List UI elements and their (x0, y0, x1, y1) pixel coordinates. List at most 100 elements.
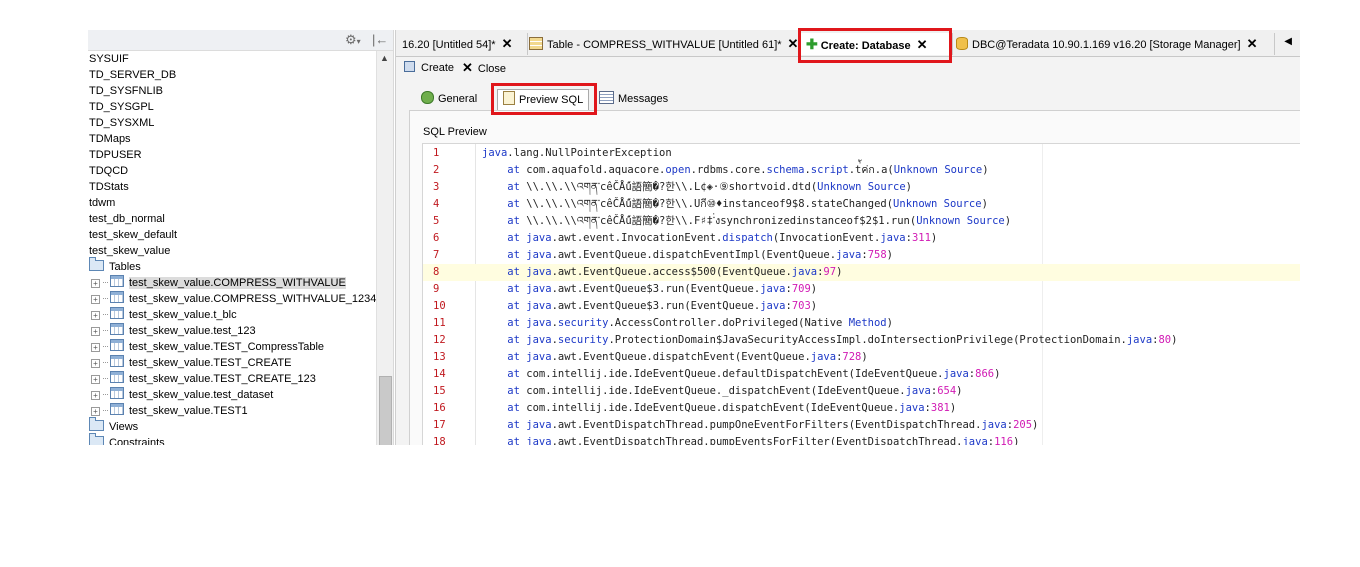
tab-storage-manager[interactable]: DBC@Teradata 10.90.1.169 v16.20 [Storage… (950, 33, 1275, 55)
sql-preview-panel: SQL Preview 1 java.lang.NullPointerExcept… (409, 110, 1300, 445)
tree-item-database[interactable]: TD_SYSXML (89, 115, 154, 131)
expand-icon[interactable]: + (91, 327, 100, 336)
tree-item-label: TD_SYSXML (89, 117, 155, 129)
folder-icon (89, 433, 104, 445)
tab-scroll-left-icon[interactable]: ◀ (1284, 36, 1292, 47)
tree-item-label: test_db_normal (89, 213, 165, 225)
create-button[interactable]: Create (404, 60, 454, 76)
expand-icon[interactable]: + (91, 359, 100, 368)
close-icon[interactable]: ✕ (502, 36, 513, 51)
code-line: 15 at com.intellij.ide.IdeEventQueue._di… (423, 383, 1300, 400)
tree-scrollbar[interactable]: ▲ (376, 51, 393, 445)
tree-item-database[interactable]: SYSUIF (89, 51, 129, 67)
code-line: 17 at java.awt.EventDispatchThread.pumpO… (423, 417, 1300, 434)
expand-icon[interactable]: + (91, 311, 100, 320)
tab-general[interactable]: General (416, 89, 482, 109)
sql-code-editor[interactable]: 1 java.lang.NullPointerException 2 at com.… (422, 143, 1300, 445)
line-number: 18 (433, 436, 446, 445)
tree-item-database[interactable]: TDMaps (89, 131, 131, 147)
tree-connector (103, 314, 108, 315)
tree-item-database[interactable]: test_skew_default (89, 227, 177, 243)
tree-item-folder[interactable]: Views (89, 417, 138, 435)
code-line: 1 java.lang.NullPointerException (423, 145, 1300, 162)
close-button[interactable]: ✕ Close (462, 60, 506, 76)
tree-item-database[interactable]: TDQCD (89, 163, 128, 179)
close-icon[interactable]: ✕ (788, 36, 799, 51)
tree-item-database[interactable]: TDStats (89, 179, 129, 195)
scroll-up-icon[interactable]: ▲ (380, 53, 389, 63)
folder-icon (89, 257, 104, 271)
tree-item-table[interactable]: + test_skew_value.test_dataset (91, 387, 273, 403)
expand-icon[interactable]: + (91, 279, 100, 288)
code-text: at com.aquafold.aquacore.open.rdbms.core… (507, 164, 989, 176)
tab-label: Messages (618, 93, 669, 105)
line-number: 4 (433, 198, 440, 210)
tree-item-database[interactable]: tdwm (89, 195, 115, 211)
tree-item-folder[interactable]: Tables (89, 257, 141, 275)
object-tree: SYSUIF TD_SERVER_DB TD_SYSFNLIB TD_SYSGPL TD… (88, 51, 376, 445)
expand-icon[interactable]: + (91, 391, 100, 400)
code-line: 3 at \\.\\.\\འགན་cêČǺű語簡�?한\\.L¢◈·⑨short… (423, 179, 1300, 196)
tree-item-label: SYSUIF (89, 53, 129, 65)
tree-item-table[interactable]: + test_skew_value.TEST_CompressTable (91, 339, 324, 355)
expand-icon[interactable]: + (91, 407, 100, 416)
expand-icon[interactable]: + (91, 295, 100, 304)
expand-icon[interactable]: + (91, 343, 100, 352)
tree-item-label: test_skew_value (89, 245, 171, 257)
tree-connector (103, 346, 108, 347)
table-icon (110, 387, 124, 399)
tree-item-label: tdwm (89, 197, 116, 209)
tree-connector (103, 282, 108, 283)
tree-item-label: TDStats (89, 181, 129, 193)
code-text: at com.intellij.ide.IdeEventQueue.dispat… (507, 402, 957, 414)
line-number: 2 (433, 164, 440, 176)
line-number: 7 (433, 249, 440, 261)
code-text: at java.awt.EventDispatchThread.pumpOneE… (507, 419, 1039, 431)
line-number: 1 (433, 147, 440, 159)
expand-icon[interactable]: + (91, 375, 100, 384)
tree-item-database[interactable]: test_db_normal (89, 211, 165, 227)
line-number: 6 (433, 232, 440, 244)
tree-item-table[interactable]: + test_skew_value.COMPRESS_WITHVALUE_1234 (91, 291, 376, 307)
tree-connector (103, 410, 108, 411)
tree-item-database[interactable]: TDPUSER (89, 147, 142, 163)
gear-icon[interactable]: ⚙▾ (345, 33, 361, 49)
tree-item-table[interactable]: + test_skew_value.t_blc (91, 307, 237, 323)
tree-item-label: test_skew_value.COMPRESS_WITHVALUE_1234 (129, 293, 376, 305)
code-text: at java.awt.EventQueue$3.run(EventQueue.… (507, 300, 818, 312)
tree-item-database[interactable]: TD_SYSFNLIB (89, 83, 163, 99)
tree-item-table[interactable]: + test_skew_value.test_123 (91, 323, 256, 339)
tree-item-label: test_skew_value.TEST1 (129, 405, 248, 417)
tree-item-table[interactable]: + test_skew_value.TEST_CREATE_123 (91, 371, 316, 387)
tree-item-table[interactable]: + test_skew_value.TEST_CREATE (91, 355, 291, 371)
tree-item-database[interactable]: TD_SERVER_DB (89, 67, 176, 83)
tab-table-compress-withvalue[interactable]: Table - COMPRESS_WITHVALUE [Untitled 61]… (523, 33, 802, 55)
code-text: at com.intellij.ide.IdeEventQueue._dispa… (507, 385, 963, 397)
code-line: 7 at java.awt.EventQueue.dispatchEventIm… (423, 247, 1300, 264)
code-line: 4 at \\.\\.\\འགན་cêČǺű語簡�?한\\.Uกี⑩♦insta… (423, 196, 1300, 213)
tree-item-table[interactable]: + test_skew_value.TEST1 (91, 403, 248, 419)
tab-untitled-54[interactable]: 16.20 [Untitled 54]* ✕ (396, 33, 528, 55)
table-icon (110, 275, 124, 287)
tab-label: DBC@Teradata 10.90.1.169 v16.20 [Storage… (972, 39, 1241, 51)
tree-item-database[interactable]: test_skew_value (89, 243, 170, 259)
line-number: 9 (433, 283, 440, 295)
tree-item-folder[interactable]: Constraints (89, 433, 165, 445)
close-icon[interactable]: ✕ (1247, 36, 1258, 51)
code-text: at \\.\\.\\འགན་cêČǺű語簡�?한\\.Uกี⑩♦instanc… (507, 198, 988, 210)
line-number: 13 (433, 351, 446, 363)
scroll-thumb[interactable] (379, 376, 392, 445)
highlight-box-create-database (798, 28, 952, 63)
tree-item-label: test_skew_value.test_123 (129, 325, 256, 337)
code-line: 14 at com.intellij.ide.IdeEventQueue.def… (423, 366, 1300, 383)
code-text: java.lang.NullPointerException (482, 147, 672, 159)
code-text: at \\.\\.\\འགན་cêČǺű語簡�?한\\.F♯‡་่งsynchr… (507, 215, 1012, 227)
code-line: 16 at com.intellij.ide.IdeEventQueue.dis… (423, 400, 1300, 417)
line-number: 12 (433, 334, 446, 346)
tab-messages[interactable]: Messages (594, 89, 673, 109)
tree-item-label: TD_SERVER_DB (89, 69, 177, 81)
collapse-icon[interactable]: |← (372, 33, 388, 47)
tree-item-table[interactable]: + test_skew_value.COMPRESS_WITHVALUE (91, 275, 346, 291)
tree-item-database[interactable]: TD_SYSGPL (89, 99, 154, 115)
highlight-box-preview-sql (491, 83, 597, 115)
